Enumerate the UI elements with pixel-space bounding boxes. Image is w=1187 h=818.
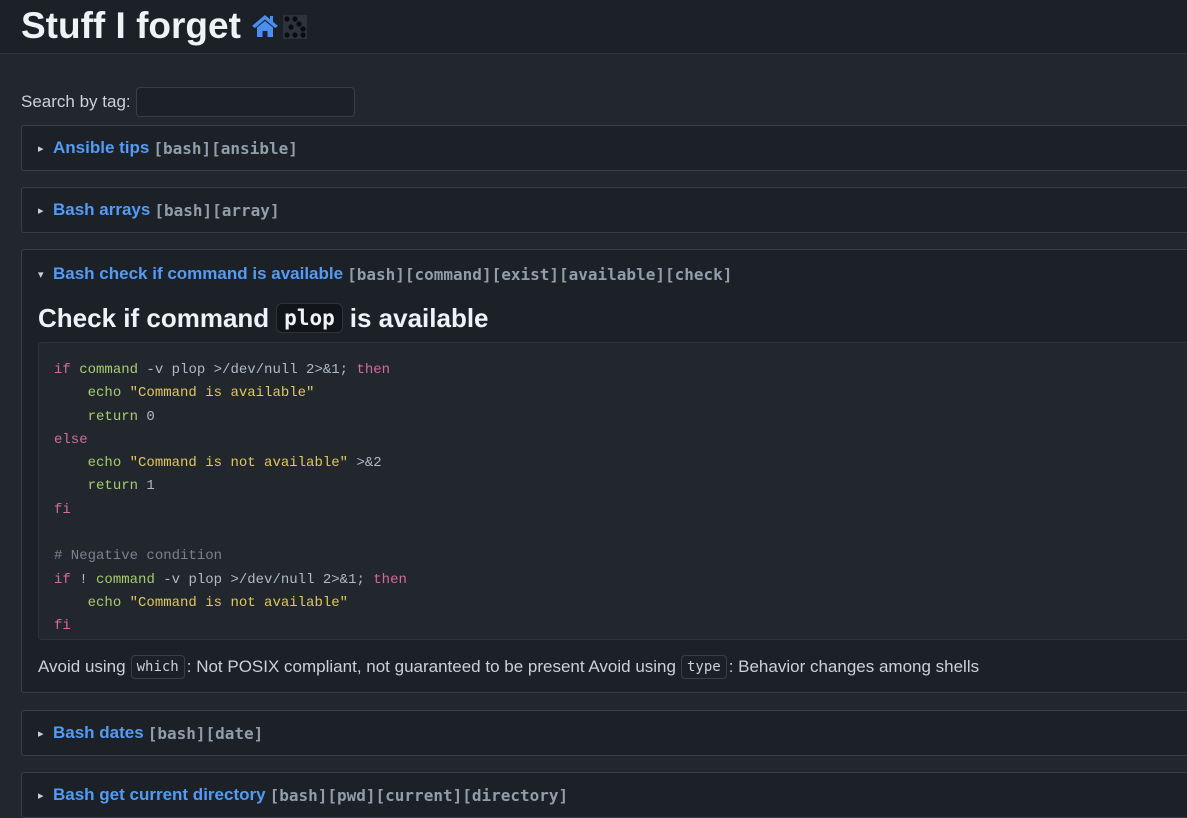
entry-title[interactable]: Ansible tips — [53, 138, 149, 158]
code-block[interactable]: if command -v plop >/dev/null 2>&1; then… — [38, 342, 1187, 640]
entry-summary[interactable]: ▸ Ansible tips [bash][ansible] — [38, 126, 298, 170]
entry-heading: Check if command plop is available — [38, 300, 489, 336]
note-text: : Behavior changes among shells — [728, 657, 980, 676]
caret-right-icon: ▸ — [38, 789, 44, 802]
entry-ansible-tips: ▸ Ansible tips [bash][ansible] — [21, 125, 1187, 171]
caret-down-icon: ▾ — [38, 268, 44, 281]
entry-tags: [bash][array] — [154, 200, 280, 220]
note-text: Avoid using — [38, 657, 126, 676]
entry-summary[interactable]: ▸ Bash get current directory [bash][pwd]… — [38, 773, 568, 817]
heading-text-start: Check if command — [38, 302, 270, 333]
heading-inline-code: plop — [276, 303, 343, 333]
site-title: Stuff I forget — [21, 5, 241, 46]
caret-right-icon: ▸ — [38, 142, 44, 155]
note-paragraph: Avoid using which : Not POSIX compliant,… — [38, 655, 979, 679]
note-text: : Not POSIX compliant, not guaranteed to… — [186, 657, 676, 676]
search-row: Search by tag: — [21, 86, 355, 117]
home-icon[interactable] — [251, 13, 279, 39]
heading-text-end: is available — [349, 302, 489, 333]
entry-tags: [bash][pwd][current][directory] — [269, 785, 569, 805]
caret-right-icon: ▸ — [38, 727, 44, 740]
entry-tags: [bash][ansible] — [153, 138, 298, 158]
entry-bash-dates: ▸ Bash dates [bash][date] — [21, 710, 1187, 756]
search-label: Search by tag: — [21, 91, 131, 111]
caret-right-icon: ▸ — [38, 204, 44, 217]
entry-summary[interactable]: ▸ Bash arrays [bash][array] — [38, 188, 280, 232]
entry-bash-check-command: ▾ Bash check if command is available [ba… — [21, 249, 1187, 693]
qr-dots-icon[interactable] — [283, 15, 307, 39]
entry-title[interactable]: Bash get current directory — [53, 785, 266, 805]
entry-summary[interactable]: ▾ Bash check if command is available [ba… — [38, 250, 732, 298]
entry-summary[interactable]: ▸ Bash dates [bash][date] — [38, 711, 263, 755]
entry-title[interactable]: Bash dates — [53, 723, 144, 743]
code-content: if command -v plop >/dev/null 2>&1; then… — [54, 362, 407, 635]
entry-bash-arrays: ▸ Bash arrays [bash][array] — [21, 187, 1187, 233]
entry-tags: [bash][command][exist][available][check] — [347, 264, 733, 284]
entry-title[interactable]: Bash check if command is available — [53, 264, 343, 284]
inline-code-which: which — [130, 655, 185, 679]
search-input[interactable] — [135, 86, 355, 117]
entry-title[interactable]: Bash arrays — [53, 200, 150, 220]
entry-tags: [bash][date] — [147, 723, 264, 743]
inline-code-type: type — [680, 655, 727, 679]
site-header: Stuff I forget — [0, 0, 1187, 54]
entry-bash-get-current-directory: ▸ Bash get current directory [bash][pwd]… — [21, 772, 1187, 818]
